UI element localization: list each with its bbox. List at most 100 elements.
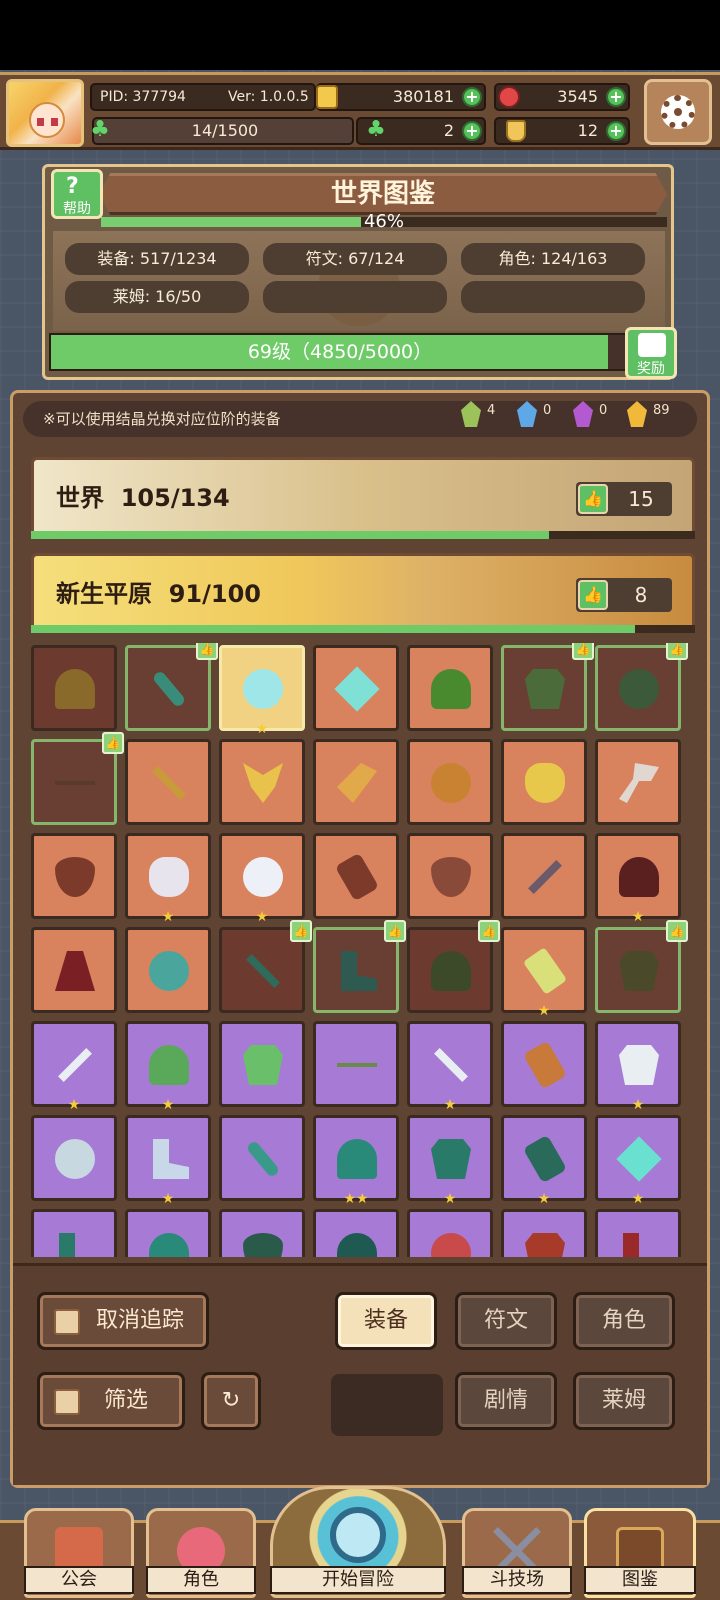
equipment-slot[interactable]: ★ — [595, 1021, 681, 1112]
add-clover-button[interactable]: + — [462, 121, 482, 141]
equipment-slot[interactable] — [313, 1021, 399, 1107]
equipment-slot[interactable]: 👍 — [595, 643, 688, 731]
equipment-slot[interactable] — [501, 1209, 587, 1257]
equipment-slot[interactable]: ★ — [407, 1021, 493, 1112]
equipment-slot[interactable]: 👍 — [219, 920, 312, 1013]
nav-guild[interactable]: 公会 — [24, 1494, 134, 1598]
refresh-button[interactable]: ↻ — [201, 1372, 261, 1430]
ring-icon — [55, 1139, 95, 1179]
equipment-slot[interactable]: ★ — [219, 645, 305, 736]
equipment-slot[interactable] — [407, 645, 493, 731]
equipment-slot[interactable] — [313, 739, 399, 825]
equipment-slot[interactable] — [31, 927, 117, 1013]
equipment-slot[interactable]: ★ — [125, 1115, 211, 1206]
equipment-slot[interactable]: 👍 — [125, 643, 218, 731]
help-button[interactable]: ? 帮助 — [51, 169, 103, 219]
tab-story[interactable]: 剧情 — [455, 1372, 557, 1430]
equipment-slot[interactable]: ★ — [501, 927, 587, 1018]
equipment-slot[interactable] — [219, 1021, 305, 1107]
settings-button[interactable] — [644, 79, 712, 145]
equipment-slot[interactable] — [501, 833, 587, 919]
equipment-slot[interactable]: ★ — [595, 833, 681, 924]
tab-equipment[interactable]: 装备 — [335, 1292, 437, 1350]
equipment-slot[interactable] — [407, 739, 493, 825]
equipment-grid: 👍 ★ 👍 👍 👍 ★ ★ ★ 👍 👍 👍 ★ 👍 ★ ★ ★ ★ ★ ★★ ★ ★ ★ — [29, 643, 697, 1257]
gauntlet-icon — [522, 1040, 568, 1090]
arrow-icon — [434, 1048, 468, 1082]
equipment-slot[interactable] — [407, 833, 493, 919]
green-crystal-count: 4 — [487, 403, 496, 418]
ring-gem-icon — [525, 763, 565, 803]
equipment-slot[interactable]: ★ — [31, 1021, 117, 1112]
stamina-clover-icon: ♣ — [90, 117, 110, 142]
equipment-slot[interactable]: ★ — [125, 833, 211, 924]
region-world-name: 世界 — [56, 484, 104, 512]
equipment-slot[interactable] — [501, 1021, 587, 1107]
gem-value: 3545 — [557, 87, 598, 106]
equipment-slot[interactable]: ★ — [219, 833, 305, 924]
equipment-slot[interactable]: ★ — [125, 1021, 211, 1112]
filter-button[interactable]: 筛选 — [37, 1372, 185, 1430]
staff-icon — [151, 669, 187, 709]
equipment-slot[interactable]: 👍 — [501, 643, 594, 731]
gold-crystal-count: 89 — [653, 403, 670, 418]
equipment-catalog-panel: ※可以使用结晶兑换对应位阶的装备 4 0 0 89 世界 105/134 👍 1… — [10, 390, 710, 1488]
armor-icon — [243, 1045, 283, 1085]
equipment-slot[interactable]: 👍 — [31, 732, 124, 825]
region-plain-track-count: 8 — [634, 583, 648, 607]
hat-icon — [149, 1233, 189, 1257]
stamina-pill: 14/1500 — [92, 117, 354, 145]
world-catalog-panel: 世界图鉴 ? 帮助 46% 装备: 517/1234 符文: 67/124 角色… — [42, 164, 677, 380]
region-plain-count: 91/100 — [168, 580, 261, 608]
equipment-slot[interactable] — [313, 833, 399, 919]
equipment-slot[interactable]: ★★ — [313, 1115, 399, 1206]
avatar-eye-right — [51, 118, 58, 126]
gold-value: 380181 — [392, 87, 454, 106]
equipment-slot[interactable] — [595, 1209, 681, 1257]
stat-character: 角色: 124/163 — [461, 243, 645, 275]
equipment-slot[interactable] — [31, 1209, 117, 1257]
equipment-slot[interactable]: 👍 — [595, 920, 688, 1013]
equipment-slot[interactable] — [313, 645, 399, 731]
tab-character[interactable]: 角色 — [573, 1292, 675, 1350]
equipment-slot[interactable] — [595, 739, 681, 825]
nav-character[interactable]: 角色 — [146, 1494, 256, 1598]
region-newborn-plain[interactable]: 新生平原 91/100 👍 8 — [31, 553, 695, 633]
reward-button[interactable]: 奖励 — [625, 327, 677, 379]
add-gold-button[interactable]: + — [462, 87, 482, 107]
nav-catalog[interactable]: 图鉴 — [584, 1494, 696, 1598]
equipment-slot[interactable] — [125, 739, 211, 825]
equipment-slot[interactable] — [313, 1209, 399, 1257]
rarity-stars: ★ — [631, 1097, 645, 1113]
equipment-slot[interactable] — [219, 1209, 305, 1257]
equipment-slot[interactable]: ★ — [501, 1115, 587, 1206]
tab-rune[interactable]: 符文 — [455, 1292, 557, 1350]
equipment-slot[interactable]: ★ — [407, 1115, 493, 1206]
gauntlet-icon — [334, 852, 380, 902]
region-world[interactable]: 世界 105/134 👍 15 — [31, 457, 695, 539]
equipment-slot[interactable] — [125, 927, 211, 1013]
equipment-slot[interactable] — [125, 1209, 211, 1257]
equipment-slot[interactable]: 👍 — [313, 920, 406, 1013]
equipment-slot[interactable] — [219, 1115, 305, 1201]
tab-slime[interactable]: 莱姆 — [573, 1372, 675, 1430]
untrack-button[interactable]: 取消追踪 — [37, 1292, 209, 1350]
add-bottle-button[interactable]: + — [606, 121, 626, 141]
equipment-slot[interactable] — [501, 739, 587, 825]
equipment-slot[interactable] — [31, 645, 117, 731]
equipment-slot[interactable] — [407, 1209, 493, 1257]
nav-start-adventure[interactable]: 开始冒险 — [270, 1486, 446, 1598]
nav-arena[interactable]: 斗技场 — [462, 1494, 572, 1598]
player-avatar[interactable] — [6, 79, 84, 147]
clover-value: 2 — [443, 121, 454, 140]
catalog-title: 世界图鉴 — [99, 173, 667, 215]
armor-icon — [619, 1045, 659, 1085]
add-gem-button[interactable]: + — [606, 87, 626, 107]
equipment-slot[interactable] — [31, 1115, 117, 1201]
ring-icon — [431, 763, 471, 803]
equipment-slot[interactable]: 👍 — [407, 920, 500, 1013]
equipment-slot[interactable] — [31, 833, 117, 919]
equipment-slot[interactable] — [219, 739, 305, 825]
equipment-slot[interactable]: ★ — [595, 1115, 681, 1206]
armor-icon — [431, 1139, 471, 1179]
